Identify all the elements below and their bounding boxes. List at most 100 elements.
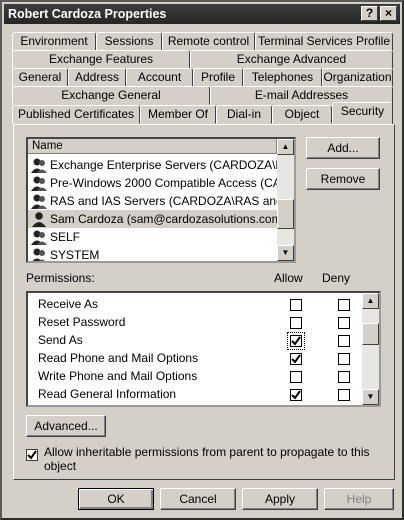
add-button-label: Add... — [327, 141, 359, 155]
group-icon — [31, 194, 47, 209]
deny-header: Deny — [322, 271, 351, 285]
tab-terminal-services-profile[interactable]: Terminal Services Profile — [255, 32, 393, 51]
list-item-label: Exchange Enterprise Servers (CARDOZA\Exc… — [50, 158, 277, 172]
tab-profile[interactable]: Profile — [193, 68, 243, 87]
inherit-permissions-label[interactable]: Allow inheritable permissions from paren… — [44, 445, 370, 473]
tab-address[interactable]: Address — [68, 68, 126, 87]
list-item-selected[interactable]: Sam Cardoza (sam@cardozasolutions.com) — [28, 210, 277, 228]
remove-button-label: Remove — [320, 172, 366, 186]
scroll-thumb[interactable] — [277, 199, 294, 229]
permission-row: Read General Information — [38, 385, 176, 403]
security-panel: Name Exchange Enterprise Servers (CARDOZ… — [13, 124, 395, 480]
deny-checkbox-read-general-info[interactable] — [338, 389, 350, 401]
permission-row: Reset Password — [38, 313, 125, 331]
permission-row: Receive As — [38, 295, 98, 313]
tab-exchange-advanced[interactable]: Exchange Advanced — [190, 50, 393, 69]
deny-checkbox-read-phone-mail[interactable] — [338, 353, 350, 365]
list-item[interactable]: SYSTEM — [28, 246, 277, 262]
permissions-scrollbar[interactable]: ▲ ▼ — [362, 293, 379, 405]
group-icon — [31, 176, 47, 191]
ok-button-label: OK — [107, 492, 125, 506]
allow-checkbox-read-general-info[interactable] — [290, 389, 302, 401]
allow-header: Allow — [274, 271, 303, 285]
names-scrollbar[interactable]: ▲ ▼ — [277, 139, 294, 261]
tab-remote-control[interactable]: Remote control — [162, 32, 255, 51]
help-title-button[interactable]: ? — [361, 6, 378, 21]
scroll-down-icon[interactable]: ▼ — [362, 389, 379, 405]
scroll-up-icon[interactable]: ▲ — [362, 293, 379, 309]
tab-object[interactable]: Object — [272, 105, 332, 124]
cancel-button[interactable]: Cancel — [160, 488, 236, 510]
cancel-button-label: Cancel — [179, 492, 217, 506]
tab-general[interactable]: General — [12, 68, 68, 87]
inherit-permissions-checkbox[interactable] — [26, 449, 38, 461]
deny-checkbox-reset-password[interactable] — [338, 317, 350, 329]
allow-checkbox-write-phone-mail[interactable] — [290, 371, 302, 383]
tab-sessions[interactable]: Sessions — [96, 32, 162, 51]
checkmark-icon — [291, 390, 301, 400]
permission-row: Read Phone and Mail Options — [38, 349, 198, 367]
group-icon — [31, 158, 47, 173]
name-column-header[interactable]: Name — [28, 139, 277, 154]
list-item[interactable]: Exchange Enterprise Servers (CARDOZA\Exc… — [28, 156, 277, 174]
checkmark-icon — [291, 336, 301, 346]
permission-name: Read Phone and Mail Options — [38, 351, 199, 365]
deny-checkbox-write-phone-mail[interactable] — [338, 371, 350, 383]
list-item-label: SELF — [50, 230, 81, 244]
deny-checkbox-receive-as[interactable] — [338, 299, 350, 311]
tab-account[interactable]: Account — [126, 68, 193, 87]
tab-telephones[interactable]: Telephones — [243, 68, 322, 87]
list-item[interactable]: RAS and IAS Servers (CARDOZA\RAS and I..… — [28, 192, 277, 210]
permission-name: Send As — [38, 333, 83, 347]
allow-checkbox-reset-password[interactable] — [290, 317, 302, 329]
advanced-button-label: Advanced... — [34, 419, 98, 433]
list-item-label: SYSTEM — [50, 248, 100, 262]
group-icon — [32, 248, 46, 261]
tab-environment[interactable]: Environment — [12, 32, 96, 51]
ok-button[interactable]: OK — [78, 488, 154, 510]
apply-button[interactable]: Apply — [242, 488, 318, 510]
tab-exchange-general[interactable]: Exchange General — [12, 86, 210, 105]
help-button-label: Help — [346, 492, 372, 506]
permission-row: Send As — [38, 331, 83, 349]
close-icon[interactable]: × — [380, 6, 397, 21]
scroll-thumb[interactable] — [362, 323, 379, 345]
list-item[interactable]: Pre-Windows 2000 Compatible Access (CARD… — [28, 174, 277, 192]
title-bar: Robert Cardoza Properties ? × — [4, 4, 400, 24]
tab-member-of[interactable]: Member Of — [140, 105, 216, 124]
deny-checkbox-send-as[interactable] — [338, 335, 350, 347]
checkmark-icon — [27, 450, 37, 460]
tab-published-certificates[interactable]: Published Certificates — [12, 105, 140, 124]
group-icon — [31, 230, 47, 245]
allow-checkbox-receive-as[interactable] — [290, 299, 302, 311]
user-icon — [32, 212, 46, 227]
help-button[interactable]: Help — [324, 488, 394, 510]
list-item-label: RAS and IAS Servers (CARDOZA\RAS and I..… — [50, 194, 277, 208]
permissions-listbox[interactable]: Receive As Reset Password Send As Read P… — [26, 291, 381, 407]
permission-row: Write Phone and Mail Options — [38, 367, 197, 385]
advanced-button[interactable]: Advanced... — [26, 415, 106, 437]
permission-name: Reset Password — [38, 315, 126, 329]
scroll-up-icon[interactable]: ▲ — [277, 139, 294, 155]
scroll-down-icon[interactable]: ▼ — [277, 245, 294, 261]
add-button[interactable]: Add... — [306, 137, 380, 159]
permission-name: Read General Information — [38, 387, 177, 401]
list-item-label: Pre-Windows 2000 Compatible Access (CARD… — [50, 176, 277, 190]
tab-exchange-features[interactable]: Exchange Features — [12, 50, 190, 69]
list-item[interactable]: SELF — [28, 228, 277, 246]
inherit-label-line2: object — [44, 459, 77, 473]
allow-checkbox-send-as[interactable] — [290, 335, 302, 347]
names-listbox[interactable]: Name Exchange Enterprise Servers (CARDOZ… — [26, 137, 296, 263]
tab-dial-in[interactable]: Dial-in — [216, 105, 272, 124]
allow-checkbox-read-phone-mail[interactable] — [290, 353, 302, 365]
remove-button[interactable]: Remove — [306, 168, 380, 190]
tab-security[interactable]: Security — [332, 102, 393, 124]
window-title: Robert Cardoza Properties — [8, 7, 167, 21]
checkmark-icon — [291, 354, 301, 364]
properties-dialog: Robert Cardoza Properties ? × Environmen… — [0, 0, 404, 520]
permission-name: Write Phone and Mail Options — [38, 369, 198, 383]
tab-organization[interactable]: Organization — [322, 68, 393, 87]
inherit-label-line1: Allow inheritable permissions from paren… — [44, 445, 370, 459]
permissions-label: Permissions: — [26, 271, 95, 285]
apply-button-label: Apply — [264, 492, 296, 506]
